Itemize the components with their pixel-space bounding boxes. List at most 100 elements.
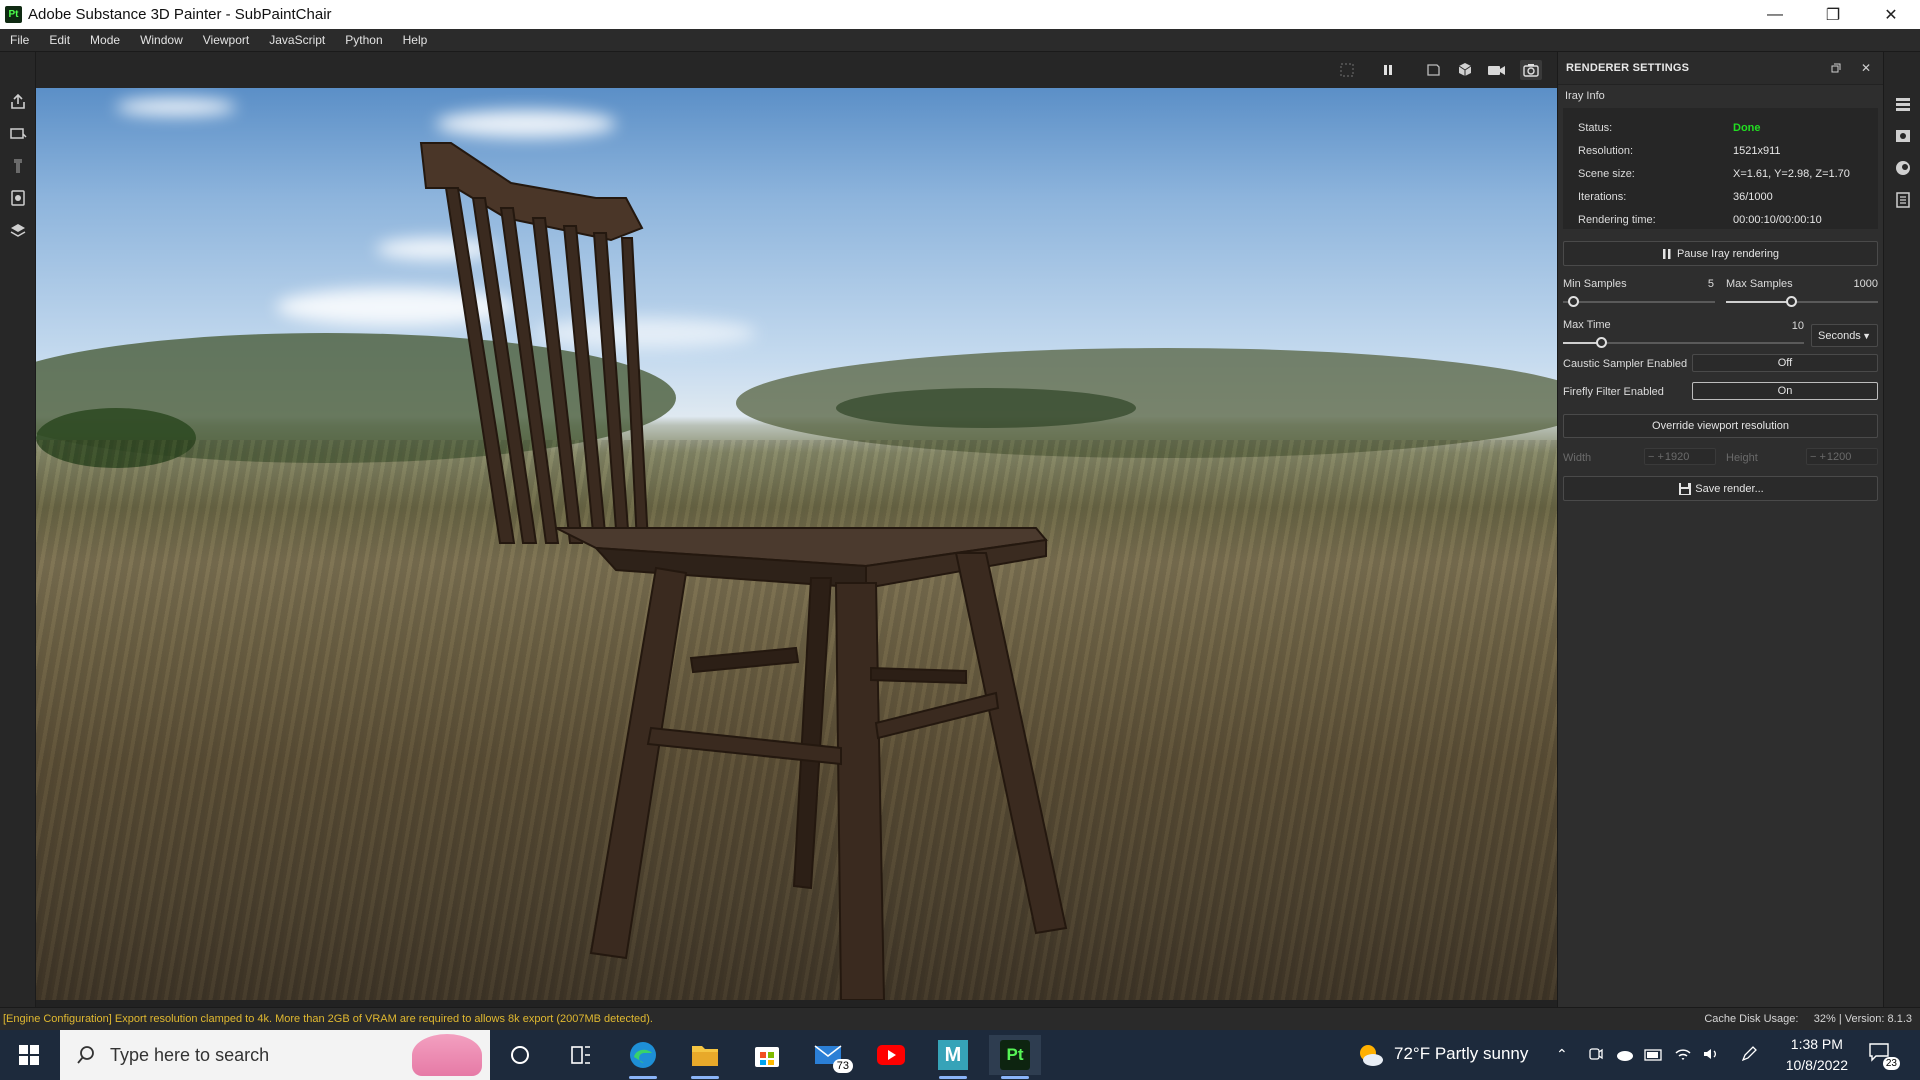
pause-iray-label: Pause Iray rendering bbox=[1676, 247, 1780, 260]
minus-icon: − bbox=[1648, 450, 1655, 463]
onedrive-cloud-icon[interactable] bbox=[1614, 1046, 1634, 1067]
window-title: Adobe Substance 3D Painter - SubPaintCha… bbox=[28, 6, 332, 23]
weather-text[interactable]: 72°F Partly sunny bbox=[1394, 1044, 1528, 1064]
plus-icon: + bbox=[1657, 450, 1664, 463]
max-samples-fill bbox=[1726, 301, 1791, 303]
iterations-label: Iterations: bbox=[1578, 191, 1627, 203]
chevron-down-icon: ▼ bbox=[1862, 330, 1871, 341]
windows-logo-icon bbox=[19, 1045, 39, 1065]
maya-logo: M bbox=[938, 1040, 968, 1070]
task-view-icon[interactable] bbox=[555, 1035, 607, 1075]
min-samples-value: 5 bbox=[1707, 278, 1714, 290]
time-unit-dropdown[interactable]: Seconds ▼ bbox=[1811, 324, 1878, 347]
menu-javascript[interactable]: JavaScript bbox=[259, 33, 335, 47]
status-bar: [Engine Configuration] Export resolution… bbox=[0, 1007, 1920, 1030]
battery-icon[interactable] bbox=[1644, 1048, 1664, 1066]
override-viewport-resolution-button[interactable]: Override viewport resolution bbox=[1563, 414, 1878, 438]
chair-render bbox=[419, 142, 1068, 1000]
scene-size-value: X=1.61, Y=2.98, Z=1.70 bbox=[1733, 168, 1850, 180]
substance-painter-app-icon[interactable]: Pt bbox=[989, 1035, 1041, 1079]
cube-view-icon[interactable] bbox=[1454, 60, 1476, 80]
clock-date: 10/8/2022 bbox=[1785, 1057, 1848, 1073]
weather-partly-sunny-icon[interactable] bbox=[1356, 1041, 1384, 1069]
system-clock[interactable]: 1:38 PM 10/8/2022 bbox=[1786, 1034, 1848, 1076]
frame-icon[interactable] bbox=[1336, 60, 1358, 80]
microsoft-store-icon[interactable] bbox=[741, 1035, 793, 1075]
min-samples-slider[interactable] bbox=[1568, 296, 1579, 307]
width-label: Width bbox=[1563, 452, 1592, 464]
window-controls: — ❐ ✕ bbox=[1746, 0, 1920, 29]
octopus-search-highlight-icon bbox=[412, 1034, 482, 1076]
height-value: 1200 bbox=[1826, 450, 1852, 463]
pause-icon bbox=[1662, 248, 1671, 259]
height-label: Height bbox=[1726, 452, 1758, 464]
iray-info-label: Iray Info bbox=[1565, 90, 1605, 102]
max-samples-slider[interactable] bbox=[1786, 296, 1797, 307]
firefly-filter-toggle[interactable]: On bbox=[1692, 382, 1878, 400]
scene-size-label: Scene size: bbox=[1578, 168, 1635, 180]
width-value: 1920 bbox=[1664, 450, 1690, 463]
title-bar: Pt Adobe Substance 3D Painter - SubPaint… bbox=[0, 0, 1920, 29]
projection-icon[interactable] bbox=[8, 188, 28, 208]
screenshot-icon[interactable] bbox=[1520, 60, 1542, 80]
menu-viewport[interactable]: Viewport bbox=[193, 33, 259, 47]
pause-icon[interactable] bbox=[1377, 60, 1399, 80]
export-icon[interactable] bbox=[8, 92, 28, 112]
shelf-icon[interactable] bbox=[8, 220, 28, 240]
brush-icon[interactable] bbox=[8, 156, 28, 176]
max-samples-value: 1000 bbox=[1853, 278, 1878, 290]
chevron-up-icon[interactable]: ⌃ bbox=[1556, 1046, 1568, 1063]
height-field[interactable]: − + 1200 bbox=[1806, 448, 1878, 465]
layers-icon[interactable] bbox=[1893, 94, 1913, 114]
texture-set-icon[interactable] bbox=[1893, 126, 1913, 146]
view-single-icon[interactable] bbox=[1422, 60, 1444, 80]
search-icon bbox=[77, 1046, 94, 1064]
display-settings-icon[interactable] bbox=[1893, 158, 1913, 178]
iterations-value: 36/1000 bbox=[1733, 191, 1773, 203]
max-time-slider[interactable] bbox=[1596, 337, 1607, 348]
file-explorer-icon[interactable] bbox=[679, 1035, 731, 1079]
max-time-value: 10 bbox=[1791, 320, 1804, 332]
menu-help[interactable]: Help bbox=[393, 33, 438, 47]
pen-icon[interactable] bbox=[1740, 1045, 1758, 1068]
app-window: Pt Adobe Substance 3D Painter - SubPaint… bbox=[0, 0, 1920, 1080]
float-panel-icon[interactable] bbox=[1828, 60, 1844, 76]
close-panel-icon[interactable]: ✕ bbox=[1858, 60, 1874, 76]
mail-badge: 73 bbox=[832, 1059, 853, 1073]
meet-now-icon[interactable] bbox=[1588, 1046, 1604, 1067]
notification-center-icon[interactable]: 23 bbox=[1868, 1042, 1900, 1070]
plus-icon: + bbox=[1819, 450, 1826, 463]
maya-app-icon[interactable]: M bbox=[927, 1035, 979, 1079]
shader-icon[interactable] bbox=[1893, 190, 1913, 210]
youtube-icon[interactable] bbox=[865, 1035, 917, 1075]
menu-python[interactable]: Python bbox=[335, 33, 392, 47]
taskbar-search-box[interactable]: Type here to search bbox=[60, 1030, 490, 1080]
clock-time: 1:38 PM bbox=[1790, 1036, 1843, 1052]
bake-icon[interactable] bbox=[8, 124, 28, 144]
pause-iray-button[interactable]: Pause Iray rendering bbox=[1563, 241, 1878, 266]
search-placeholder: Type here to search bbox=[110, 1044, 270, 1065]
camera-icon[interactable] bbox=[1486, 60, 1508, 80]
start-button[interactable] bbox=[0, 1030, 58, 1080]
menu-edit[interactable]: Edit bbox=[39, 33, 80, 47]
viewport-render[interactable] bbox=[36, 88, 1557, 1000]
max-samples-label: Max Samples bbox=[1726, 278, 1793, 290]
menu-mode[interactable]: Mode bbox=[80, 33, 130, 47]
mail-icon[interactable]: 73 bbox=[803, 1035, 855, 1075]
width-field[interactable]: − + 1920 bbox=[1644, 448, 1716, 465]
save-render-button[interactable]: Save render... bbox=[1563, 476, 1878, 501]
menu-file[interactable]: File bbox=[0, 33, 39, 47]
wifi-icon[interactable] bbox=[1674, 1045, 1692, 1068]
caustic-sampler-toggle[interactable]: Off bbox=[1692, 354, 1878, 372]
volume-icon[interactable] bbox=[1702, 1045, 1720, 1068]
time-unit-value: Seconds bbox=[1818, 329, 1861, 342]
status-message: [Engine Configuration] Export resolution… bbox=[3, 1013, 653, 1025]
minus-icon: − bbox=[1810, 450, 1817, 463]
edge-browser-icon[interactable] bbox=[617, 1035, 669, 1079]
menu-window[interactable]: Window bbox=[130, 33, 193, 47]
close-button[interactable]: ✕ bbox=[1862, 0, 1920, 29]
rendering-time-label: Rendering time: bbox=[1578, 214, 1656, 226]
restore-button[interactable]: ❐ bbox=[1804, 0, 1862, 29]
minimize-button[interactable]: — bbox=[1746, 0, 1804, 29]
cortana-icon[interactable] bbox=[494, 1035, 546, 1075]
